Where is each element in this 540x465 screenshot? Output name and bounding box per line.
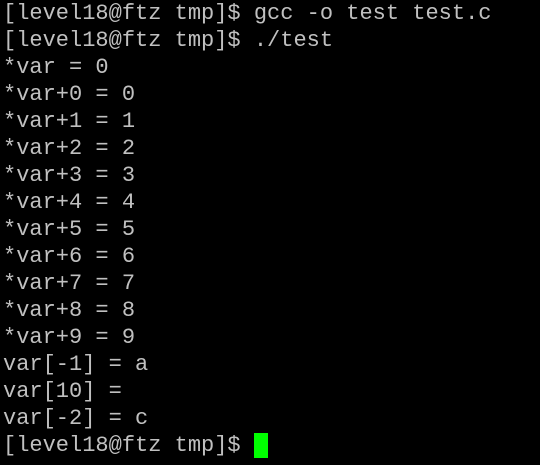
command-line-run: [level18@ftz tmp]$ ./test <box>3 28 334 53</box>
output-line: *var+2 = 2 <box>3 136 136 161</box>
output-line: var[-2] = c <box>3 406 149 431</box>
text-cursor[interactable] <box>253 433 268 458</box>
output-line: *var+3 = 3 <box>3 163 136 188</box>
command-line-compile: [level18@ftz tmp]$ gcc -o test test.c <box>3 1 492 26</box>
output-line: *var+0 = 0 <box>3 82 136 107</box>
output-line: *var+1 = 1 <box>3 109 136 134</box>
shell-prompt: [level18@ftz tmp]$ <box>3 433 254 458</box>
output-line: *var+7 = 7 <box>3 271 136 296</box>
output-line: *var+8 = 8 <box>3 298 136 323</box>
output-line: *var+4 = 4 <box>3 190 136 215</box>
output-line: *var+9 = 9 <box>3 325 136 350</box>
input-prompt-line[interactable]: [level18@ftz tmp]$ <box>3 432 540 459</box>
output-line: *var+5 = 5 <box>3 217 136 242</box>
output-line: *var+6 = 6 <box>3 244 136 269</box>
output-line: var[-1] = a <box>3 352 149 377</box>
terminal-window[interactable]: [level18@ftz tmp]$ gcc -o test test.c [l… <box>0 0 540 465</box>
output-line: *var = 0 <box>3 55 109 80</box>
output-line: var[10] = <box>3 379 122 404</box>
